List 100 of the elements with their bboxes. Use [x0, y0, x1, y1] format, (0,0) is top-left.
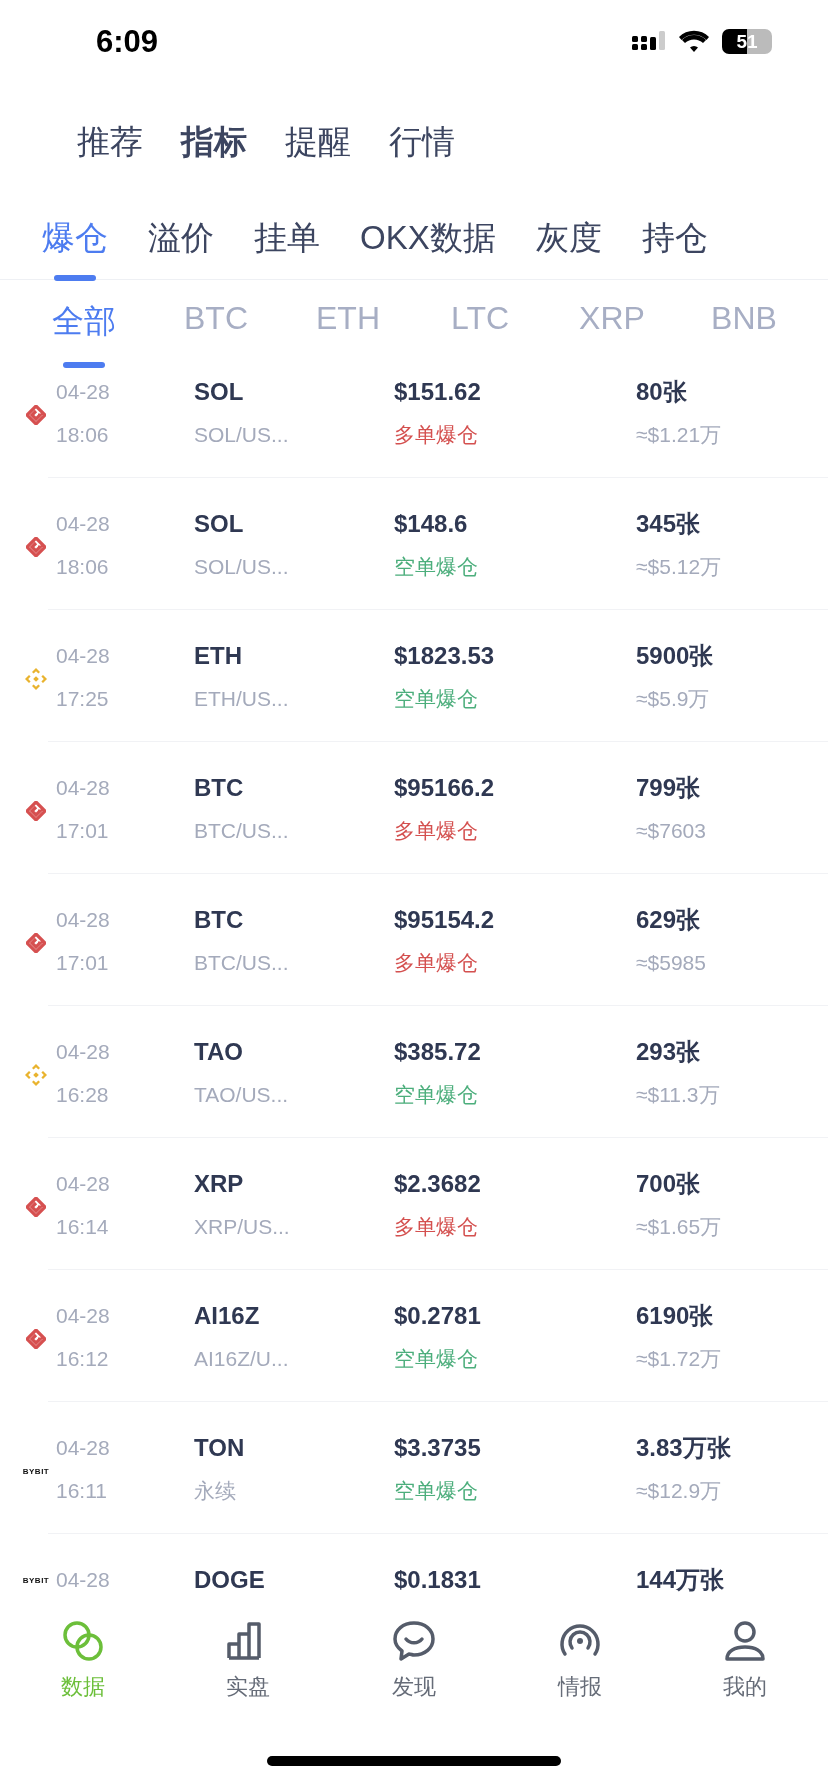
bottom-tab[interactable]: 情报: [496, 1618, 663, 1750]
date-text: 04-28: [56, 1436, 110, 1460]
date-text: 04-28: [56, 644, 110, 668]
usd-value-text: ≈$1.21万: [636, 422, 722, 448]
tab-underline: [63, 362, 105, 368]
usd-value-text: ≈$1.65万: [636, 1214, 722, 1240]
price-text: $385.72: [394, 1038, 481, 1066]
date-text: 04-28: [56, 512, 110, 536]
pair-text: BTC/US...: [194, 951, 289, 975]
top-tab[interactable]: 推荐: [77, 120, 143, 165]
pair-text: ETH/US...: [194, 687, 289, 711]
symbol-text: XRP: [194, 1170, 244, 1198]
usd-value-text: ≈$5.12万: [636, 554, 722, 580]
liquidation-side-text: 多单爆仓: [394, 422, 478, 448]
time-text: 16:14: [56, 1215, 109, 1239]
time-text: 17:01: [56, 819, 109, 843]
pair-text: TAO/US...: [194, 1083, 289, 1107]
top-tab[interactable]: 提醒: [285, 120, 351, 165]
category-tab[interactable]: OKX数据: [360, 216, 496, 261]
tab-underline: [54, 275, 96, 281]
liquidation-side-text: 空单爆仓: [394, 1478, 478, 1504]
bottom-tab[interactable]: 发现: [331, 1618, 497, 1750]
liquidation-side-text: 空单爆仓: [394, 1346, 478, 1372]
category-tab[interactable]: 持仓: [641, 216, 708, 261]
pair-text: 永续: [194, 1478, 236, 1504]
date-text: 04-28: [56, 380, 110, 404]
category-tab[interactable]: 爆仓: [42, 216, 108, 261]
status-time: 6:09: [96, 23, 159, 60]
time-text: 16:12: [56, 1347, 109, 1371]
symbol-text: DOGE: [194, 1566, 265, 1594]
symbol-text: SOL: [194, 378, 244, 406]
usd-value-text: ≈$12.9万: [636, 1478, 722, 1504]
quantity-text: 80张: [636, 377, 687, 407]
price-text: $95154.2: [394, 906, 495, 934]
quantity-text: 6190张: [636, 1301, 714, 1331]
quantity-text: 5900张: [636, 641, 714, 671]
symbol-text: TAO: [194, 1038, 243, 1066]
coin-tab[interactable]: 全部: [52, 300, 116, 344]
usd-value-text: ≈$11.3万: [636, 1082, 720, 1108]
price-text: $95166.2: [394, 774, 495, 802]
time-text: 18:06: [56, 423, 109, 447]
price-text: $0.1831: [394, 1566, 481, 1594]
symbol-text: AI16Z: [194, 1302, 260, 1330]
liquidation-side-text: 多单爆仓: [394, 950, 478, 976]
symbol-text: ETH: [194, 642, 242, 670]
date-text: 04-28: [56, 776, 110, 800]
diamond-logo-icon: [26, 1329, 46, 1349]
diamond-logo-icon: [26, 405, 46, 425]
cellular-signal-icon: [632, 30, 666, 53]
time-text: 16:28: [56, 1083, 109, 1107]
pair-text: XRP/US...: [194, 1215, 290, 1239]
quantity-text: 700张: [636, 1169, 701, 1199]
time-text: 17:01: [56, 951, 109, 975]
price-text: $151.62: [394, 378, 481, 406]
diamond-logo-icon: [26, 537, 46, 557]
bottom-tab[interactable]: 实盘: [165, 1618, 332, 1750]
pair-text: BTC/US...: [194, 819, 289, 843]
time-text: 18:06: [56, 555, 109, 579]
diamond-logo-icon: [26, 801, 46, 821]
date-text: 04-28: [56, 1304, 110, 1328]
exchange-logo: BYBIT: [22, 1575, 50, 1585]
date-text: 04-28: [56, 908, 110, 932]
price-text: $0.2781: [394, 1302, 481, 1330]
symbol-text: TON: [194, 1434, 245, 1462]
date-text: 04-28: [56, 1040, 110, 1064]
liquidation-side-text: 空单爆仓: [394, 686, 478, 712]
usd-value-text: ≈$5.9万: [636, 686, 710, 712]
pair-text: AI16Z/U...: [194, 1347, 289, 1371]
usd-value-text: ≈$5985: [636, 951, 706, 975]
price-text: $3.3735: [394, 1434, 481, 1462]
price-text: $1823.53: [394, 642, 495, 670]
category-tab[interactable]: 溢价: [148, 216, 214, 261]
time-text: 16:11: [56, 1479, 107, 1503]
usd-value-text: ≈$1.72万: [636, 1346, 722, 1372]
liquidation-side-text: 多单爆仓: [394, 1214, 478, 1240]
top-tab[interactable]: 指标: [181, 120, 247, 165]
usd-value-text: ≈$7603: [636, 819, 706, 843]
category-tab[interactable]: 挂单: [254, 216, 320, 261]
pair-text: SOL/US...: [194, 555, 289, 579]
symbol-text: SOL: [194, 510, 244, 538]
chat-bubble-icon: [391, 1618, 437, 1664]
liquidation-side-text: 多单爆仓: [394, 818, 478, 844]
battery-indicator: 51: [722, 29, 772, 54]
category-tab[interactable]: 灰度: [535, 216, 602, 261]
quantity-text: 293张: [636, 1037, 701, 1067]
diamond-logo-icon: [24, 667, 48, 691]
top-tab[interactable]: 行情: [389, 120, 455, 165]
date-text: 04-28: [56, 1568, 110, 1592]
diamond-logo-icon: [26, 933, 46, 953]
quantity-text: 629张: [636, 905, 701, 935]
symbol-text: BTC: [194, 774, 244, 802]
pair-text: SOL/US...: [194, 423, 289, 447]
quantity-text: 799张: [636, 773, 701, 803]
price-text: $2.3682: [394, 1170, 481, 1198]
date-text: 04-28: [56, 1172, 110, 1196]
liquidation-side-text: 空单爆仓: [394, 554, 478, 580]
symbol-text: BTC: [194, 906, 244, 934]
bottom-tab[interactable]: 我的: [662, 1618, 828, 1750]
quantity-text: 144万张: [636, 1565, 725, 1595]
quantity-text: 3.83万张: [636, 1433, 731, 1463]
